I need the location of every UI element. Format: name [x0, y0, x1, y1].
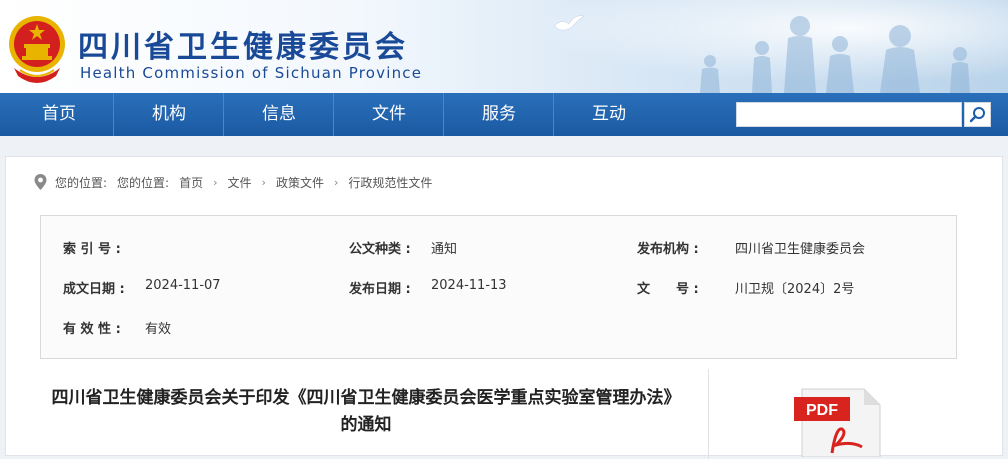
breadcrumb-link-normative[interactable]: 行政规范性文件	[348, 174, 432, 191]
meta-created-label: 成文日期 :	[63, 282, 125, 297]
nav-item-label: 文件	[372, 104, 406, 124]
nav-item-services[interactable]: 服务	[444, 93, 554, 136]
breadcrumb: 您的位置: 您的位置: 首页 › 文件 › 政策文件 › 行政规范性文件	[34, 174, 442, 190]
national-emblem-icon	[9, 16, 65, 83]
nav-item-label: 信息	[262, 104, 296, 124]
breadcrumb-link-documents[interactable]: 文件	[228, 174, 252, 191]
nav-item-interaction[interactable]: 互动	[554, 93, 664, 136]
nav-item-organization[interactable]: 机构	[114, 93, 224, 136]
search-button[interactable]	[964, 102, 991, 127]
breadcrumb-prefix: 您的位置:	[117, 175, 170, 190]
meta-index-label: 索 引 号 :	[63, 242, 121, 257]
document-title: 四川省卫生健康委员会关于印发《四川省卫生健康委员会医学重点实验室管理办法》的通知	[51, 388, 681, 435]
location-pin-icon	[34, 174, 47, 190]
meta-docno-label: 文 号 :	[637, 282, 699, 297]
meta-issuer-label: 发布机构 :	[637, 242, 699, 257]
column-divider	[708, 369, 709, 459]
nav-item-label: 服务	[482, 104, 516, 124]
nav-item-home[interactable]: 首页	[4, 93, 114, 136]
meta-published-label: 发布日期 :	[349, 282, 411, 297]
site-banner: 四川省卫生健康委员会 Health Commission of Sichuan …	[0, 0, 1008, 93]
nav-item-label: 机构	[152, 104, 186, 124]
meta-row: 成文日期 : 2024-11-07 发布日期 : 2024-11-13 文 号 …	[41, 278, 958, 298]
meta-type-label: 公文种类 :	[349, 242, 411, 257]
chevron-right-icon: ›	[333, 175, 339, 189]
dove-icon	[553, 15, 585, 31]
nav-item-label: 首页	[42, 104, 76, 124]
family-silhouette-icon	[700, 16, 970, 93]
meta-created-value: 2024-11-07	[145, 278, 221, 293]
search-box	[736, 102, 962, 127]
chevron-right-icon: ›	[213, 175, 218, 189]
breadcrumb-link-policy[interactable]: 政策文件	[276, 174, 324, 191]
meta-type-value: 通知	[431, 242, 458, 257]
search-icon	[969, 106, 985, 122]
meta-issuer-value: 四川省卫生健康委员会	[735, 242, 866, 257]
document-meta: 索 引 号 : 公文种类 : 通知 发布机构 : 四川省卫生健康委员会 成文日期…	[40, 215, 957, 359]
content-panel: 您的位置: 您的位置: 首页 › 文件 › 政策文件 › 行政规范性文件 索 引…	[5, 156, 1003, 459]
nav-item-information[interactable]: 信息	[224, 93, 334, 136]
meta-validity-label: 有 效 性 :	[63, 322, 121, 337]
breadcrumb-prefix: 您的位置:	[55, 175, 108, 190]
meta-docno-value: 川卫规〔2024〕2号	[735, 282, 855, 297]
meta-row: 有 效 性 : 有效	[41, 318, 958, 338]
meta-validity-value: 有效	[145, 322, 172, 337]
site-title-en: Health Commission of Sichuan Province	[80, 64, 423, 82]
chevron-right-icon: ›	[261, 175, 266, 189]
meta-row: 索 引 号 : 公文种类 : 通知 发布机构 : 四川省卫生健康委员会	[41, 238, 958, 258]
pdf-label: PDF	[806, 402, 838, 419]
nav-item-label: 互动	[592, 104, 626, 124]
meta-published-value: 2024-11-13	[431, 278, 507, 293]
main-nav: 首页 机构 信息 文件 服务 互动	[0, 93, 1008, 136]
breadcrumb-link-home[interactable]: 首页	[179, 174, 203, 191]
nav-item-documents[interactable]: 文件	[334, 93, 444, 136]
search-input[interactable]	[737, 103, 961, 126]
site-title-cn: 四川省卫生健康委员会	[78, 30, 408, 65]
